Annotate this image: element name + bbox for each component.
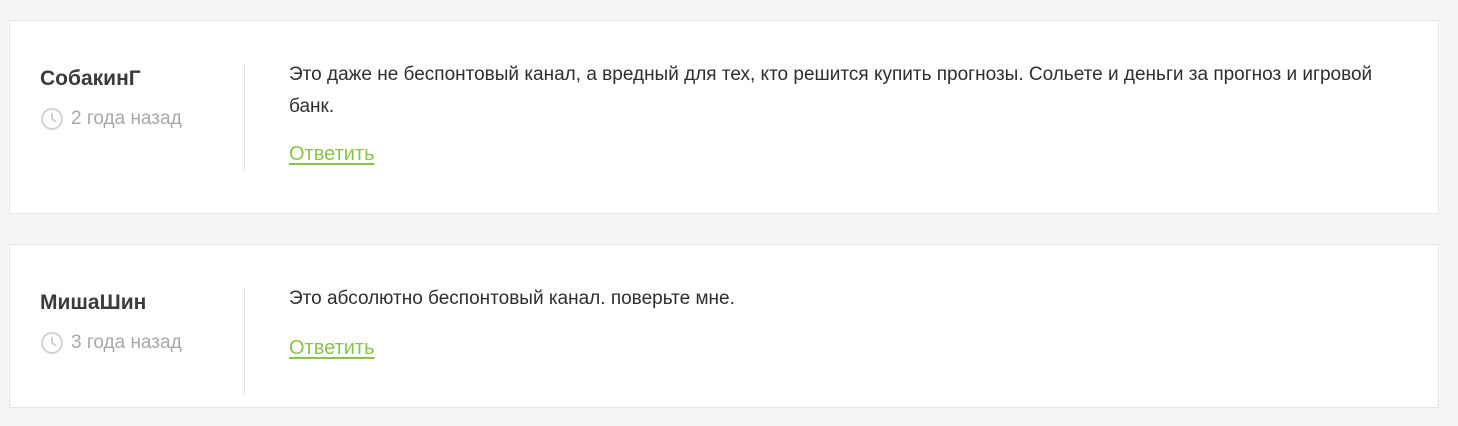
comment-text: Это абсолютно беспонтовый канал. поверьт… bbox=[289, 288, 735, 309]
comment-time: 2 года назад bbox=[71, 108, 182, 129]
clock-icon bbox=[40, 107, 64, 131]
comment-text: Это даже не беспонтовый канал, а вредный… bbox=[289, 64, 1373, 117]
comment-time: 3 года назад bbox=[71, 332, 182, 353]
clock-icon bbox=[40, 331, 64, 355]
comment-author: МишаШин bbox=[40, 291, 147, 314]
comment-meta: МишаШин 3 года назад bbox=[40, 288, 245, 395]
comment-meta: СобакинГ 2 года назад bbox=[40, 64, 245, 171]
comment-timestamp: 3 года назад bbox=[40, 330, 182, 356]
comment-card: МишаШин 3 года назад Это абсолютно беспо… bbox=[9, 244, 1439, 408]
comment-content: Это абсолютно беспонтовый канал. поверьт… bbox=[289, 283, 1399, 360]
comment-author: СобакинГ bbox=[40, 67, 141, 90]
comment-content: Это даже не беспонтовый канал, а вредный… bbox=[289, 59, 1399, 166]
reply-link[interactable]: Ответить bbox=[289, 143, 375, 166]
comment-timestamp: 2 года назад bbox=[40, 106, 182, 132]
reply-link[interactable]: Ответить bbox=[289, 337, 375, 360]
comment-card: СобакинГ 2 года назад Это даже не беспон… bbox=[9, 20, 1439, 214]
